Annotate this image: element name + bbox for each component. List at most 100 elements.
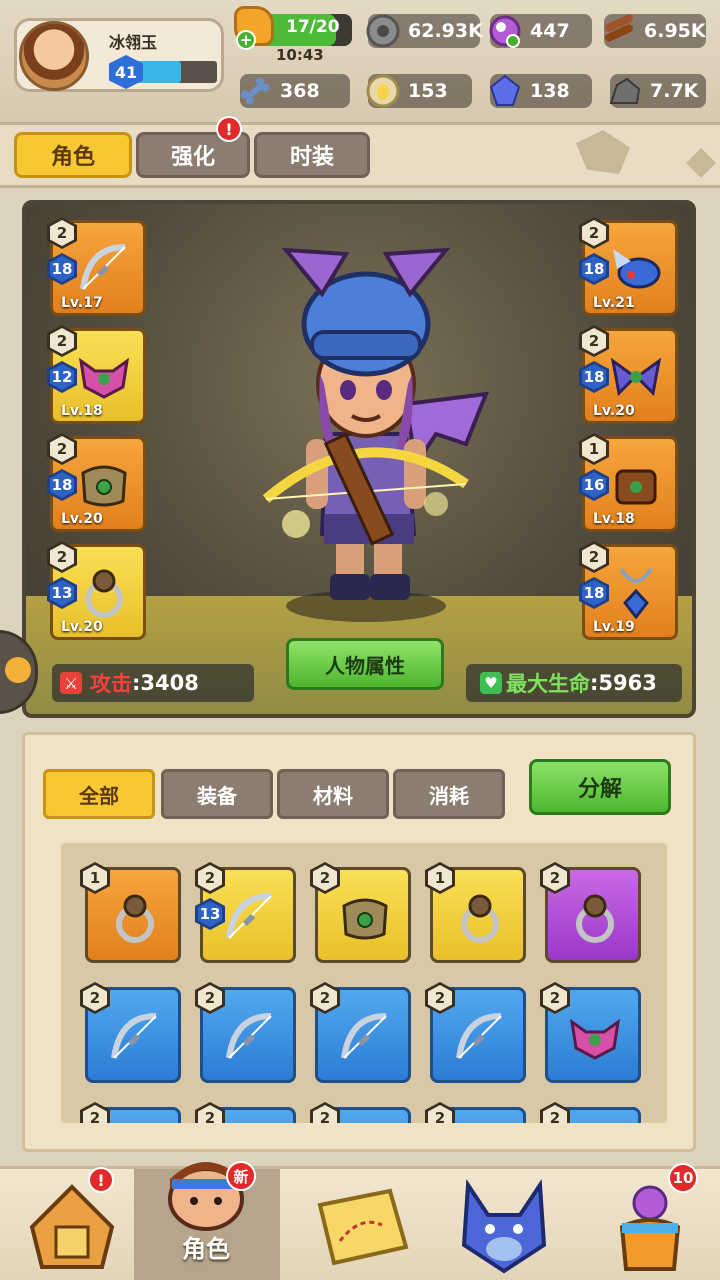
- ring-icon: [106, 888, 164, 946]
- iron-value: 7.7K: [650, 80, 699, 102]
- inventory-item[interactable]: 2: [540, 862, 641, 963]
- crossbow-icon: [75, 239, 133, 297]
- nav-character[interactable]: 新 角色: [134, 1161, 280, 1280]
- equip-level-badge: 18: [579, 361, 609, 393]
- wood-logs-icon: [598, 10, 640, 52]
- attack-stat: ⚔ 攻击 :3408: [52, 664, 254, 702]
- inventory-item[interactable]: 1: [425, 862, 526, 963]
- inventory-item[interactable]: 2: [80, 1102, 181, 1123]
- equip-grade-badge: 2: [47, 217, 77, 249]
- bow-icon: [221, 1008, 279, 1066]
- max-hp-label: 最大生命: [506, 672, 590, 696]
- bone-icon: [234, 70, 276, 112]
- max-hp-stat: ♥ 最大生命 :5963: [466, 664, 682, 702]
- decompose-button[interactable]: 分解: [529, 759, 671, 815]
- equip-slot-left-3[interactable]: 2 18 Lv.20: [47, 433, 146, 532]
- bag-tab-materials[interactable]: 材料: [277, 769, 389, 819]
- armor-icon: [336, 888, 394, 946]
- equip-slot-right-1[interactable]: 2 18 Lv.21: [579, 217, 678, 316]
- equip-slot-right-2[interactable]: 2 18 Lv.20: [579, 325, 678, 424]
- bow-icon: [451, 1008, 509, 1066]
- equip-level-text: Lv.18: [61, 403, 103, 419]
- player-avatar[interactable]: [19, 21, 89, 91]
- add-stamina-icon[interactable]: +: [236, 30, 256, 50]
- pet-icon: [607, 239, 665, 297]
- purple-gem-value: 447: [530, 20, 570, 42]
- character-new-badge: 新: [226, 1161, 256, 1191]
- iron-resource[interactable]: 7.7K: [609, 74, 706, 108]
- inventory-item[interactable]: 2: [195, 982, 296, 1083]
- stone-resource[interactable]: 62.93K: [366, 14, 483, 48]
- iron-ore-icon: [604, 70, 646, 112]
- equip-slot-left-4[interactable]: 2 13 Lv.20: [47, 541, 146, 640]
- inventory-item[interactable]: 2: [310, 1102, 411, 1123]
- inventory-grade-badge: 2: [540, 1102, 570, 1123]
- character-attributes-button[interactable]: 人物属性: [286, 638, 444, 690]
- bag-tab-consumables[interactable]: 消耗: [393, 769, 505, 819]
- attack-value: :3408: [132, 671, 199, 695]
- inventory-grade-badge: 2: [195, 1102, 225, 1123]
- purple-orb-icon: [484, 10, 526, 52]
- equip-slot-right-3[interactable]: 1 16 Lv.18: [579, 433, 678, 532]
- inventory-item[interactable]: 1: [80, 862, 181, 963]
- inventory-item[interactable]: 2: [310, 982, 411, 1083]
- equip-level-badge: 18: [47, 469, 77, 501]
- equip-slot-left-2[interactable]: 2 12 Lv.18: [47, 325, 146, 424]
- wood-resource[interactable]: 6.95K: [604, 14, 706, 48]
- equip-level-text: Lv.20: [593, 403, 635, 419]
- inventory-panel: 全部 装备 材料 消耗 分解 1 2 13 2 1 2 2 2 2 2 2 2 2 2 2 2: [22, 732, 696, 1152]
- bow-icon: [221, 888, 279, 946]
- stamina-value: 17/20: [286, 17, 340, 37]
- player-card[interactable]: 冰翎玉 41: [14, 18, 224, 92]
- stamina-timer: 10:43: [276, 46, 324, 64]
- inventory-item[interactable]: 2: [310, 862, 411, 963]
- nav-character-label: 角色: [182, 1235, 230, 1263]
- nav-shop[interactable]: 10: [576, 1163, 720, 1280]
- bow-icon: [336, 1008, 394, 1066]
- blue-crystal-icon: [484, 70, 526, 112]
- inventory-item[interactable]: 2: [80, 982, 181, 1083]
- base-tower-icon: [29, 1184, 115, 1269]
- equip-grade-badge: 2: [579, 541, 609, 573]
- egg-token-resource[interactable]: 153: [366, 74, 472, 108]
- bone-value: 368: [280, 80, 320, 102]
- bottom-navigation: ! 新 角色 10: [0, 1161, 720, 1280]
- bag-tab-equipment[interactable]: 装备: [161, 769, 273, 819]
- equip-level-badge: 18: [47, 253, 77, 285]
- crystal-resource[interactable]: 138: [489, 74, 592, 108]
- inventory-grid[interactable]: 1 2 13 2 1 2 2 2 2 2 2 2 2 2 2 2: [61, 843, 667, 1123]
- wood-value: 6.95K: [644, 20, 706, 42]
- equip-grade-badge: 2: [579, 217, 609, 249]
- ring-icon: [566, 888, 624, 946]
- equip-grade-badge: 2: [47, 541, 77, 573]
- inventory-item[interactable]: 2: [425, 982, 526, 1083]
- equip-slot-left-1[interactable]: 2 18 Lv.17: [47, 217, 146, 316]
- inventory-item[interactable]: 2: [540, 982, 641, 1083]
- bag-tab-all[interactable]: 全部: [43, 769, 155, 819]
- nav-pet[interactable]: [432, 1169, 576, 1280]
- ring-icon: [451, 888, 509, 946]
- nav-base[interactable]: !: [0, 1167, 144, 1280]
- equip-level-text: Lv.20: [61, 619, 103, 635]
- tab-character[interactable]: 角色: [14, 132, 132, 178]
- equip-level-badge: 16: [579, 469, 609, 501]
- inventory-item[interactable]: 2: [540, 1102, 641, 1123]
- tab-costume[interactable]: 时装: [254, 132, 370, 178]
- stone-value: 62.93K: [408, 20, 483, 42]
- ring-icon: [75, 563, 133, 621]
- inventory-item[interactable]: 2: [195, 1102, 296, 1123]
- player-name: 冰翎玉: [109, 33, 158, 52]
- bone-resource[interactable]: 368: [240, 74, 350, 108]
- purple-gem-resource[interactable]: 447: [489, 14, 592, 48]
- equip-level-text: Lv.17: [61, 295, 103, 311]
- equip-level-text: Lv.21: [593, 295, 635, 311]
- inventory-item[interactable]: 2: [425, 1102, 526, 1123]
- armor-icon: [75, 455, 133, 513]
- attack-label: 攻击: [90, 672, 132, 696]
- max-hp-value: :5963: [590, 671, 657, 695]
- heart-icon: ♥: [480, 672, 502, 694]
- equip-level-text: Lv.20: [61, 511, 103, 527]
- inventory-item[interactable]: 2 13: [195, 862, 296, 963]
- nav-map[interactable]: [290, 1169, 434, 1280]
- equip-slot-right-4[interactable]: 2 18 Lv.19: [579, 541, 678, 640]
